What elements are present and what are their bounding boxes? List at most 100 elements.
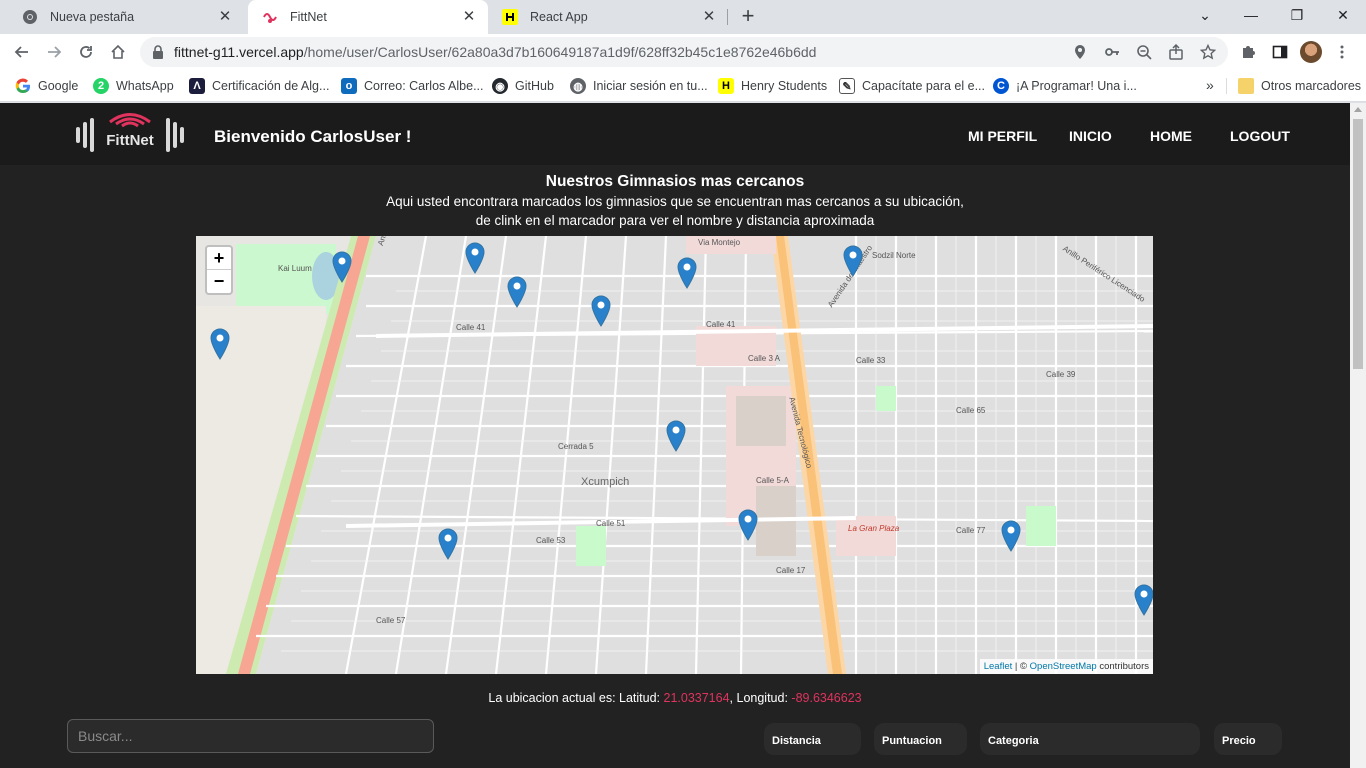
url-text[interactable]: fittnet-g11.vercel.app/home/user/CarlosU… — [174, 44, 816, 60]
nav-home[interactable]: HOME — [1150, 128, 1192, 144]
map-label-calle-51: Calle 51 — [596, 519, 626, 528]
search-input[interactable] — [67, 719, 434, 753]
filter-precio[interactable]: Precio — [1214, 723, 1282, 755]
profile-avatar[interactable] — [1300, 41, 1322, 63]
fittnet-logo[interactable]: FittNet — [74, 109, 186, 159]
bookmark-henry[interactable]: H Henry Students — [718, 77, 827, 95]
gym-marker-icon[interactable] — [738, 509, 758, 541]
github-icon: ◉ — [492, 78, 508, 94]
gym-marker-icon[interactable] — [1134, 584, 1153, 616]
bookmark-label: Iniciar sesión en tu... — [593, 79, 708, 93]
filter-distancia[interactable]: Distancia — [764, 723, 861, 755]
address-bar[interactable]: fittnet-g11.vercel.app/home/user/CarlosU… — [140, 37, 1228, 67]
site-navbar: FittNet Bienvenido CarlosUser ! MI PERFI… — [0, 103, 1350, 165]
side-panel-button[interactable] — [1266, 38, 1294, 66]
zoom-out-icon[interactable] — [1136, 44, 1152, 60]
url-host: fittnet-g11.vercel.app — [174, 44, 304, 60]
bookmark-label: ¡A Programar! Una i... — [1016, 79, 1137, 93]
side-panel-icon — [1272, 45, 1288, 59]
bookmark-a-programar[interactable]: C ¡A Programar! Una i... — [993, 77, 1137, 95]
browser-toolbar: fittnet-g11.vercel.app/home/user/CarlosU… — [0, 34, 1366, 70]
nav-inicio[interactable]: INICIO — [1069, 128, 1112, 144]
close-window-button[interactable]: ✕ — [1320, 0, 1366, 30]
gym-marker-icon[interactable] — [332, 251, 352, 283]
share-icon[interactable] — [1168, 44, 1184, 60]
gym-marker-icon[interactable] — [507, 276, 527, 308]
nav-mi-perfil[interactable]: MI PERFIL — [968, 128, 1037, 144]
scroll-up-arrow-icon[interactable] — [1354, 107, 1362, 112]
tab-react-app[interactable]: React App ✕ — [488, 0, 728, 34]
gym-map[interactable]: Xcumpich Via Montejo Sodzil Norte Kai Lu… — [196, 236, 1153, 674]
location-icon[interactable] — [1072, 44, 1088, 60]
map-tiles — [196, 236, 1153, 674]
folder-icon — [1238, 78, 1254, 94]
zoom-in-button[interactable]: + — [207, 247, 231, 270]
tab-search-button[interactable]: ⌄ — [1182, 0, 1228, 30]
gym-marker-icon[interactable] — [591, 295, 611, 327]
map-label-calle-53: Calle 53 — [536, 536, 566, 545]
filter-categoria[interactable]: Categoria — [980, 723, 1200, 755]
bookmark-whatsapp[interactable]: 2 WhatsApp — [93, 77, 174, 95]
new-tab-button[interactable]: + — [736, 5, 760, 29]
close-tab-icon[interactable]: ✕ — [460, 8, 478, 26]
key-icon[interactable] — [1104, 44, 1120, 60]
henry-icon — [502, 9, 518, 25]
latitude-value: 21.0337164 — [663, 691, 730, 705]
henry-icon: H — [718, 78, 734, 94]
map-label-calle-39: Calle 39 — [1046, 370, 1076, 379]
close-tab-icon[interactable]: ✕ — [216, 8, 234, 26]
gym-marker-icon[interactable] — [843, 245, 863, 277]
forward-button[interactable] — [40, 38, 68, 66]
chrome-icon — [22, 9, 38, 25]
tab-fittnet[interactable]: FittNet ✕ — [248, 0, 488, 34]
chrome-menu-button[interactable] — [1328, 38, 1356, 66]
home-button[interactable] — [104, 38, 132, 66]
globe-icon: ◍ — [570, 78, 586, 94]
longitude-label: , Longitud: — [729, 691, 792, 705]
map-label-la-gran-plaza: La Gran Plaza — [848, 524, 900, 533]
nav-logout[interactable]: LOGOUT — [1230, 128, 1290, 144]
bookmark-correo[interactable]: o Correo: Carlos Albe... — [341, 77, 484, 95]
extensions-button[interactable] — [1234, 38, 1262, 66]
bookmarks-divider — [1226, 78, 1227, 94]
more-bookmarks-button[interactable]: » — [1206, 77, 1214, 93]
current-location: La ubicacion actual es: Latitud: 21.0337… — [0, 691, 1350, 705]
bookmark-capacitate[interactable]: ✎ Capacítate para el e... — [839, 77, 985, 95]
lock-icon[interactable] — [152, 45, 164, 59]
map-label-calle-41: Calle 41 — [456, 323, 486, 332]
tab-nueva-pestana[interactable]: Nueva pestaña ✕ — [8, 0, 244, 34]
reload-button[interactable] — [72, 38, 100, 66]
tab-title: Nueva pestaña — [50, 10, 135, 24]
close-tab-icon[interactable]: ✕ — [700, 8, 718, 26]
gym-marker-icon[interactable] — [1001, 520, 1021, 552]
logo-text: FittNet — [106, 132, 154, 149]
bookmark-star-icon[interactable] — [1200, 44, 1216, 60]
page-scrollbar[interactable] — [1350, 103, 1366, 768]
openstreetmap-link[interactable]: OpenStreetMap — [1030, 661, 1097, 672]
map-label-calle-3a: Calle 3 A — [748, 354, 781, 363]
scrollbar-thumb[interactable] — [1353, 119, 1363, 369]
bookmark-certificacion[interactable]: Λ Certificación de Alg... — [189, 77, 329, 95]
leaflet-link[interactable]: Leaflet — [984, 661, 1013, 672]
bookmark-label: WhatsApp — [116, 79, 174, 93]
page-content: FittNet Bienvenido CarlosUser ! MI PERFI… — [0, 103, 1350, 768]
whatsapp-icon: 2 — [93, 78, 109, 94]
bookmark-label: Google — [38, 79, 79, 93]
gym-marker-icon[interactable] — [465, 242, 485, 274]
filter-puntuacion[interactable]: Puntuacion — [874, 723, 967, 755]
restore-button[interactable]: ❐ — [1274, 0, 1320, 30]
back-button[interactable] — [8, 38, 36, 66]
gym-marker-icon[interactable] — [666, 420, 686, 452]
other-bookmarks-folder[interactable]: Otros marcadores — [1238, 77, 1361, 95]
gym-marker-icon[interactable] — [677, 257, 697, 289]
zoom-out-button[interactable]: − — [207, 270, 231, 293]
bookmark-github[interactable]: ◉ GitHub — [492, 77, 554, 95]
minimize-button[interactable]: — — [1228, 0, 1274, 30]
bookmark-label: Correo: Carlos Albe... — [364, 79, 484, 93]
gym-marker-icon[interactable] — [210, 328, 230, 360]
attribution-suffix: contributors — [1096, 661, 1149, 672]
bookmark-iniciar-sesion[interactable]: ◍ Iniciar sesión en tu... — [570, 77, 708, 95]
gym-marker-icon[interactable] — [438, 528, 458, 560]
map-label-calle-57: Calle 57 — [376, 616, 406, 625]
bookmark-google[interactable]: Google — [15, 77, 78, 95]
